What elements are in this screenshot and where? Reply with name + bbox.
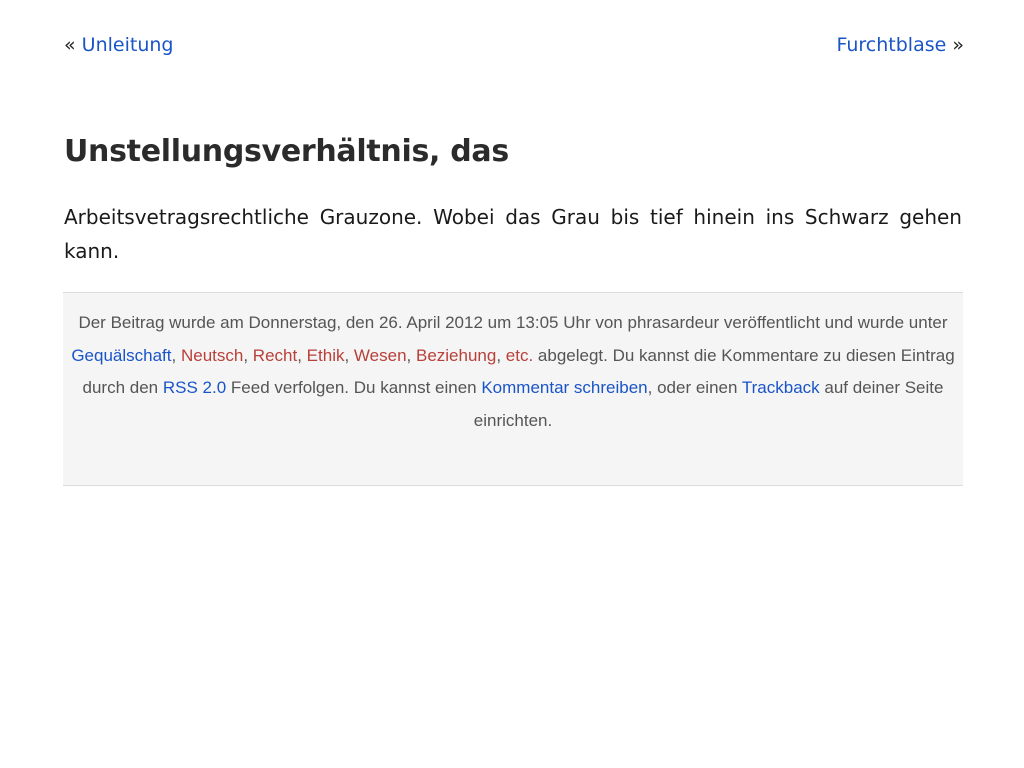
next-post-nav: Furchtblase » xyxy=(836,30,964,60)
meta-text: Der Beitrag wurde am Donnerstag, den 26.… xyxy=(78,313,948,332)
category-separator: , xyxy=(171,345,181,365)
left-double-angle-icon: « xyxy=(64,34,76,56)
post-meta-box: Der Beitrag wurde am Donnerstag, den 26.… xyxy=(63,292,963,486)
write-comment-link[interactable]: Kommentar schreiben xyxy=(481,378,647,397)
meta-text: , oder einen xyxy=(647,378,742,397)
category-link-beziehung[interactable]: Beziehung xyxy=(416,346,496,365)
category-separator: , xyxy=(344,345,354,365)
post-navigation: « Unleitung Furchtblase » xyxy=(64,30,964,60)
category-link-gequaelschaft[interactable]: Gequälschaft xyxy=(71,346,171,365)
category-link-etc[interactable]: etc. xyxy=(506,346,533,365)
category-separator: , xyxy=(406,345,416,365)
category-link-recht[interactable]: Recht xyxy=(253,346,297,365)
next-post-link[interactable]: Furchtblase xyxy=(836,34,946,56)
category-link-ethik[interactable]: Ethik xyxy=(307,346,345,365)
previous-post-nav: « Unleitung xyxy=(64,30,173,60)
post-excerpt: Arbeitsvetragsrechtliche Grauzone. Wobei… xyxy=(64,205,962,263)
right-double-angle-icon: » xyxy=(952,34,964,56)
rss-feed-link[interactable]: RSS 2.0 xyxy=(163,378,226,397)
category-separator: , xyxy=(243,345,253,365)
category-separator: , xyxy=(496,345,506,365)
trackback-link[interactable]: Trackback xyxy=(742,378,820,397)
meta-text: Feed verfolgen. Du kannst einen xyxy=(226,378,482,397)
category-link-neutsch[interactable]: Neutsch xyxy=(181,346,243,365)
previous-post-link[interactable]: Unleitung xyxy=(82,34,174,56)
category-link-wesen[interactable]: Wesen xyxy=(354,346,407,365)
category-separator: , xyxy=(297,345,307,365)
post-title: Unstellungsverhältnis, das xyxy=(64,134,509,169)
